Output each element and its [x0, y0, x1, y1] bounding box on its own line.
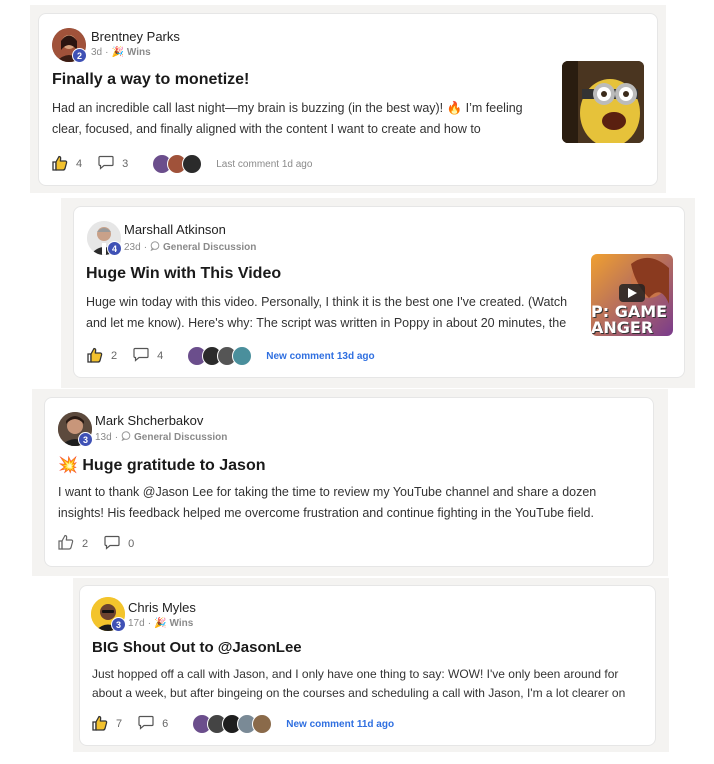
- thumbs-up-icon[interactable]: [52, 155, 68, 174]
- comment-count: 6: [162, 718, 169, 730]
- video-thumbnail[interactable]: P: GAME ANGER: [591, 254, 673, 336]
- post-title[interactable]: Huge Win with This Video: [86, 265, 281, 283]
- author-name[interactable]: Chris Myles: [128, 600, 196, 615]
- thumbs-up-icon[interactable]: [92, 715, 108, 734]
- post-age: 23d: [124, 242, 141, 253]
- last-comment-time: Last comment 1d ago: [216, 158, 313, 170]
- thumbnail-caption: ANGER: [591, 318, 654, 336]
- thumbs-up-outline-icon[interactable]: [58, 534, 74, 553]
- author-avatar[interactable]: 3: [91, 597, 126, 632]
- post-body: Just hopped off a call with Jason, and I…: [92, 667, 626, 700]
- post-body: I want to thank @Jason Lee for taking th…: [58, 485, 597, 520]
- commenter-avatars[interactable]: [192, 714, 273, 734]
- author-avatar[interactable]: 2: [52, 28, 87, 63]
- new-comment-link[interactable]: New comment 11d ago: [286, 719, 394, 730]
- speech-bubble-icon: [150, 241, 160, 254]
- post-thumbnail[interactable]: [562, 61, 644, 143]
- post-meta: 3d · 🎉 Wins: [91, 47, 151, 58]
- comment-icon[interactable]: [104, 535, 120, 553]
- post-footer: 2 4 New comment 13d ago: [87, 346, 375, 366]
- post-title[interactable]: 💥 Huge gratitude to Jason: [58, 455, 266, 475]
- comment-count: 4: [157, 350, 164, 362]
- post-footer: 7 6 New comment 11d ago: [92, 714, 394, 734]
- comment-icon[interactable]: [138, 715, 154, 733]
- author-avatar[interactable]: 4: [87, 221, 122, 256]
- post-age: 17d: [128, 618, 145, 629]
- post-body: Huge win today with this video. Personal…: [86, 295, 568, 330]
- collision-emoji-icon: 💥: [58, 457, 78, 474]
- post-category[interactable]: Wins: [169, 618, 193, 629]
- post-title[interactable]: Finally a way to monetize!: [52, 71, 249, 89]
- post-meta: 17d · 🎉 Wins: [128, 618, 194, 629]
- level-badge: 2: [72, 48, 87, 63]
- comment-icon[interactable]: [133, 347, 149, 365]
- like-count: 4: [76, 158, 83, 170]
- level-badge: 3: [111, 617, 126, 632]
- like-count: 2: [82, 537, 89, 550]
- speech-bubble-icon: [121, 431, 131, 444]
- post-card[interactable]: 4 Marshall Atkinson 23d · General Discus…: [73, 206, 685, 378]
- author-name[interactable]: Brentney Parks: [91, 29, 180, 44]
- commenter-avatar[interactable]: [182, 154, 203, 174]
- party-popper-icon: 🎉: [154, 618, 167, 629]
- level-badge: 4: [107, 241, 122, 256]
- post-meta: 23d · General Discussion: [124, 241, 257, 254]
- commenter-avatar[interactable]: [232, 346, 253, 366]
- post-footer: 4 3 Last comment 1d ago: [52, 154, 312, 174]
- post-category[interactable]: General Discussion: [134, 432, 227, 443]
- post-age: 13d: [95, 432, 112, 443]
- post-meta: 13d · General Discussion: [95, 431, 228, 444]
- commenter-avatars[interactable]: [152, 154, 203, 174]
- party-popper-icon: 🎉: [111, 47, 124, 58]
- post-title[interactable]: BIG Shout Out to @JasonLee: [92, 639, 302, 656]
- comment-icon[interactable]: [98, 155, 114, 173]
- comment-count: 0: [128, 537, 135, 550]
- post-footer: 2 0: [58, 534, 150, 553]
- level-badge: 3: [78, 432, 93, 447]
- comment-count: 3: [122, 158, 129, 170]
- like-count: 2: [111, 350, 118, 362]
- author-avatar[interactable]: 3: [58, 412, 93, 447]
- author-name[interactable]: Marshall Atkinson: [124, 222, 226, 237]
- commenter-avatar[interactable]: [252, 714, 273, 734]
- thumbs-up-icon[interactable]: [87, 347, 103, 366]
- post-body: Had an incredible call last night—my bra…: [52, 101, 523, 136]
- post-age: 3d: [91, 47, 103, 58]
- post-card[interactable]: 3 Mark Shcherbakov 13d · General Discuss…: [44, 397, 654, 567]
- new-comment-link[interactable]: New comment 13d ago: [266, 351, 374, 362]
- post-card[interactable]: 3 Chris Myles 17d · 🎉 Wins BIG Shout Out…: [79, 585, 656, 746]
- post-category[interactable]: General Discussion: [163, 242, 256, 253]
- post-category[interactable]: Wins: [127, 47, 151, 58]
- post-card[interactable]: 2 Brentney Parks 3d · 🎉 Wins Finally a w…: [38, 13, 658, 186]
- commenter-avatars[interactable]: [187, 346, 253, 366]
- author-name[interactable]: Mark Shcherbakov: [95, 413, 203, 428]
- like-count: 7: [116, 718, 123, 730]
